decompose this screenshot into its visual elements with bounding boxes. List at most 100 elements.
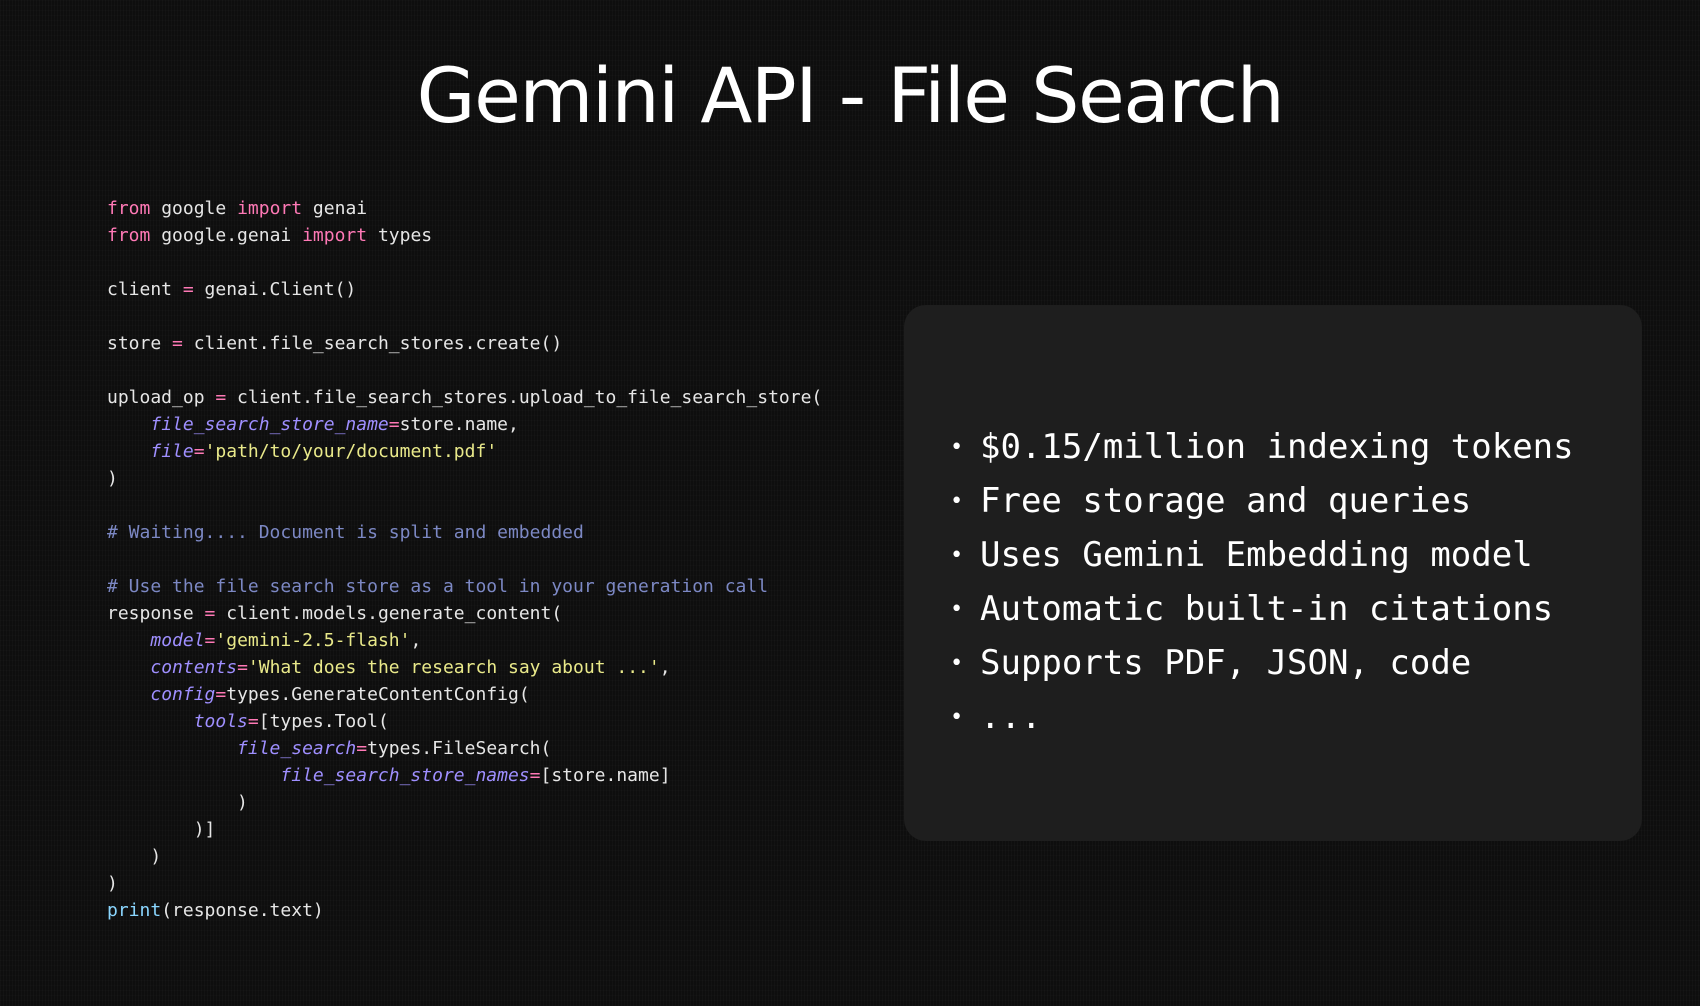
- code-line: config=types.GenerateContentConfig(: [107, 681, 822, 708]
- feature-text: Uses Gemini Embedding model: [980, 535, 1533, 575]
- code-line: )]: [107, 816, 822, 843]
- code-token: [types.Tool(: [258, 711, 389, 732]
- code-token: types.GenerateContentConfig(: [226, 684, 530, 705]
- code-token: ): [107, 873, 118, 894]
- code-token: store.name,: [399, 414, 519, 435]
- code-line: upload_op = client.file_search_stores.up…: [107, 384, 822, 411]
- code-line: file_search_store_names=[store.name]: [107, 762, 822, 789]
- code-line: tools=[types.Tool(: [107, 708, 822, 735]
- code-token: store: [107, 333, 173, 354]
- feature-item: • Uses Gemini Embedding model: [950, 528, 1574, 582]
- code-token: =: [204, 603, 216, 624]
- code-token: =: [182, 279, 194, 300]
- slide-title: Gemini API - File Search: [416, 51, 1285, 140]
- code-token: model: [150, 630, 205, 651]
- code-line: file_search=types.FileSearch(: [107, 735, 822, 762]
- code-token: from: [107, 225, 151, 246]
- feature-text: Supports PDF, JSON, code: [980, 643, 1472, 683]
- code-token: file_search_store_names: [280, 765, 530, 786]
- code-line: model='gemini-2.5-flash',: [107, 627, 822, 654]
- feature-text: ...: [980, 697, 1042, 737]
- feature-item: • $0.15/million indexing tokens: [950, 420, 1574, 474]
- features-panel: • $0.15/million indexing tokens • Free sto…: [904, 305, 1642, 841]
- code-token: client.file_search_stores.create(): [182, 333, 563, 354]
- code-token: genai.Client(): [193, 279, 357, 300]
- code-token: 'What does the research say about ...': [247, 657, 660, 678]
- code-token: config: [150, 684, 216, 705]
- code-token: [store.name]: [540, 765, 671, 786]
- code-token: 'path/to/your/document.pdf': [204, 441, 498, 462]
- bullet-icon: •: [950, 597, 964, 622]
- code-token: =: [215, 684, 227, 705]
- feature-text: Free storage and queries: [980, 481, 1472, 521]
- code-token: =: [247, 711, 259, 732]
- code-line: response = client.models.generate_conten…: [107, 600, 822, 627]
- code-line: ): [107, 843, 822, 870]
- code-token: =: [204, 630, 216, 651]
- code-line: client = genai.Client(): [107, 276, 822, 303]
- code-token: =: [529, 765, 541, 786]
- code-token: file_search_store_name: [150, 414, 389, 435]
- code-token: genai: [302, 198, 368, 219]
- code-token: import: [237, 198, 303, 219]
- code-line: ): [107, 465, 822, 492]
- code-snippet: from google import genai from google.gena…: [107, 195, 822, 924]
- feature-text: Automatic built-in citations: [980, 589, 1554, 629]
- code-token: from: [107, 198, 151, 219]
- bullet-icon: •: [950, 705, 964, 730]
- code-line: # Use the file search store as a tool in…: [107, 573, 822, 600]
- code-token: =: [237, 657, 248, 678]
- code-token: =: [193, 441, 205, 462]
- code-line: from google import genai: [107, 195, 822, 222]
- code-token: # Waiting.... Document is split and embe…: [107, 522, 584, 543]
- code-token: google.genai: [150, 225, 303, 246]
- code-line: ): [107, 789, 822, 816]
- code-line: # Waiting.... Document is split and embe…: [107, 519, 822, 546]
- code-token: ,: [659, 657, 671, 678]
- code-token: client.models.generate_content(: [215, 603, 563, 624]
- bullet-icon: •: [950, 435, 964, 460]
- feature-item: •...: [950, 690, 1574, 744]
- code-token: =: [172, 333, 183, 354]
- code-token: tools: [193, 711, 248, 732]
- code-token: types.FileSearch(: [367, 738, 552, 759]
- code-token: types: [367, 225, 433, 246]
- code-token: # Use the file search store as a tool in…: [107, 576, 769, 597]
- code-token: response: [107, 603, 205, 624]
- feature-item: • Automatic built-in citations: [950, 582, 1574, 636]
- code-token: upload_op: [107, 387, 216, 408]
- code-token: client.file_search_stores.upload_to_file…: [226, 387, 823, 408]
- code-token: file_search: [237, 738, 357, 759]
- code-line: store = client.file_search_stores.create…: [107, 330, 822, 357]
- code-token: google: [150, 198, 238, 219]
- code-token: client: [107, 279, 183, 300]
- code-token: file: [150, 441, 194, 462]
- code-token: ): [107, 792, 248, 813]
- code-token: =: [215, 387, 227, 408]
- code-token: )]: [107, 819, 216, 840]
- code-line: contents='What does the research say abo…: [107, 654, 822, 681]
- code-token: ): [107, 846, 162, 867]
- code-token: 'gemini-2.5-flash': [215, 630, 411, 651]
- code-token: print: [107, 900, 162, 921]
- code-token: =: [388, 414, 400, 435]
- code-line: from google.genai import types: [107, 222, 822, 249]
- bullet-icon: •: [950, 651, 964, 676]
- code-token: import: [302, 225, 368, 246]
- code-token: (response.text): [161, 900, 324, 921]
- code-line: file_search_store_name=store.name,: [107, 411, 822, 438]
- bullet-icon: •: [950, 543, 964, 568]
